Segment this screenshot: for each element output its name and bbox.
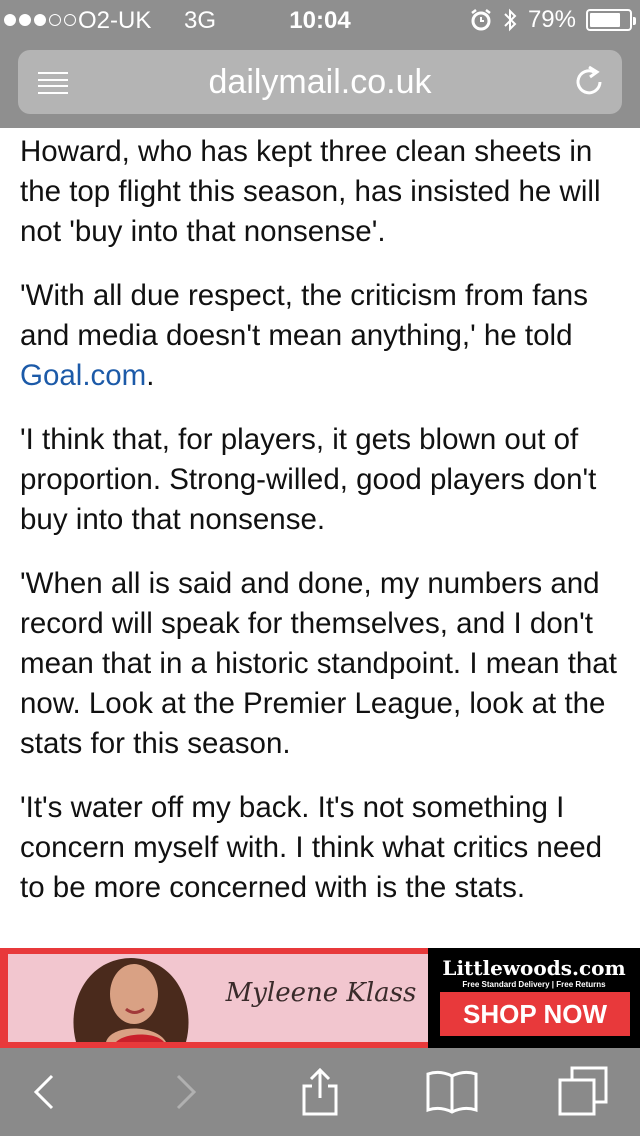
bluetooth-icon [504, 8, 517, 32]
forward-icon[interactable] [160, 1068, 208, 1116]
back-icon[interactable] [22, 1068, 70, 1116]
browser-toolbar: dailymail.co.uk [0, 40, 640, 128]
paragraph-text: 'With all due respect, the criticism fro… [20, 279, 588, 352]
tabs-icon[interactable] [556, 1064, 612, 1120]
paragraph-text: . [146, 359, 155, 392]
article-paragraph: 'I think that, for players, it gets blow… [20, 423, 597, 536]
bottom-toolbar [0, 1048, 640, 1136]
article-paragraph: 'It's water off my back. It's not someth… [20, 791, 603, 904]
ad-brand-panel: Littlewoods.com Free Standard Delivery |… [428, 948, 640, 1048]
share-icon[interactable] [296, 1068, 344, 1116]
ad-person-name: Myleene Klass [225, 978, 417, 1008]
article-body: Howard, who has kept three clean sheets … [20, 128, 626, 908]
reload-icon[interactable] [570, 63, 608, 101]
model-portrait-image [73, 958, 189, 1042]
status-bar: O2-UK 3G 10:04 79% [0, 0, 640, 40]
battery-icon [586, 9, 636, 31]
alarm-clock-icon [471, 9, 491, 31]
ad-image-panel: Myleene Klass [8, 954, 428, 1042]
ad-brand-logo: Littlewoods.com [442, 956, 626, 980]
url-text[interactable]: dailymail.co.uk [18, 63, 622, 102]
status-right-group: 79% [470, 6, 636, 34]
article-paragraph-with-link: 'With all due respect, the criticism fro… [20, 276, 626, 396]
ad-tagline: Free Standard Delivery | Free Returns [462, 980, 606, 989]
article-paragraph: 'When all is said and done, my numbers a… [20, 567, 617, 760]
address-bar[interactable]: dailymail.co.uk [18, 50, 622, 114]
bookmarks-icon[interactable] [424, 1066, 480, 1114]
ad-banner[interactable]: Myleene Klass Littlewoods.com Free Stand… [0, 948, 640, 1048]
battery-percent: 79% [527, 6, 576, 33]
shop-now-button[interactable]: SHOP NOW [440, 992, 630, 1036]
article-paragraph: Howard, who has kept three clean sheets … [20, 135, 601, 248]
goal-com-link[interactable]: Goal.com [20, 359, 146, 392]
battery-level-fill [590, 13, 621, 27]
